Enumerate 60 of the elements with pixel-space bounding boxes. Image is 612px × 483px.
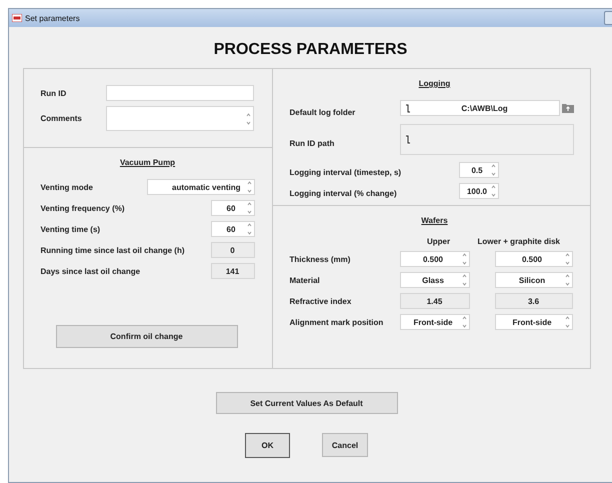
dropdown[interactable]: automatic venting [146, 179, 254, 195]
spinner-icon[interactable] [246, 201, 252, 215]
spinner-icon[interactable] [246, 222, 252, 236]
field-label: Logging interval (timestep, s) [290, 168, 402, 177]
spin-box[interactable]: 100.0 [458, 183, 498, 199]
field-label: Venting frequency (%) [40, 204, 126, 212]
section-title: Logging [418, 79, 452, 88]
spin-box[interactable]: 0.500 [400, 251, 470, 267]
field-label: Material [290, 276, 321, 284]
column-header: Lower + graphite disk [478, 237, 560, 246]
app-icon [12, 14, 22, 22]
field-label: Venting mode [40, 182, 94, 192]
readout-field: 141 [210, 263, 254, 279]
field-label: Refractive index [290, 296, 352, 306]
readout-field: 1.45 [400, 293, 470, 309]
field-label: Thickness (mm) [290, 254, 352, 264]
spinner-icon[interactable] [564, 273, 570, 287]
input-field[interactable] [106, 85, 254, 101]
spin-box[interactable]: Front-side [400, 314, 470, 330]
field-label: Days since last oil change [40, 266, 142, 276]
column-header: Upper [426, 237, 452, 246]
field-label: Run ID path [290, 138, 336, 148]
field-label: Venting time (s) [40, 224, 102, 234]
spin-box[interactable]: 0.500 [494, 251, 572, 267]
spinner-icon[interactable] [490, 163, 496, 177]
field-label: Alignment mark position [290, 318, 384, 326]
cancel-button[interactable]: Cancel [322, 433, 368, 457]
spinner-icon[interactable] [564, 252, 570, 266]
text-area[interactable] [106, 106, 254, 131]
field-label: Running time since last oil change (h) [40, 246, 186, 254]
spin-box[interactable]: 0.5 [458, 162, 498, 178]
confirm-button[interactable]: Confirm oil change [56, 325, 238, 348]
folder-field[interactable]: C:\AWB\Log [400, 100, 560, 116]
spin-box[interactable]: Silicon [494, 272, 572, 288]
spin-box[interactable]: Front-side [494, 314, 572, 330]
section-title: Wafers [420, 216, 449, 225]
spinner-icon[interactable] [462, 252, 466, 266]
readout-field: 3.6 [494, 293, 572, 309]
field-label: Run ID [40, 88, 68, 98]
spinner-icon[interactable] [246, 112, 250, 126]
set-default-button[interactable]: Set Current Values As Default [216, 392, 398, 414]
field-label: Logging interval (% change) [290, 188, 398, 198]
spinner-icon[interactable] [246, 180, 252, 194]
spin-box[interactable]: 60 [210, 200, 254, 216]
spinner-icon[interactable] [462, 315, 466, 329]
spinner-icon[interactable] [490, 184, 496, 198]
readout-field: 0 [210, 242, 254, 258]
section-title: Vacuum Pump [118, 158, 176, 167]
spin-box[interactable]: 60 [210, 221, 254, 237]
folder-icon[interactable] [562, 103, 574, 113]
spin-box[interactable]: Glass [400, 272, 470, 288]
field-label: Default log folder [290, 108, 356, 116]
ok-button[interactable]: OK [245, 433, 290, 458]
path-icon [404, 135, 410, 144]
dialog-heading: PROCESS PARAMETERS [214, 41, 408, 60]
path-icon [404, 104, 410, 112]
spinner-icon[interactable] [564, 315, 570, 329]
field-label: Comments [40, 114, 83, 123]
window-title: Set parameters [25, 14, 80, 22]
spinner-icon[interactable] [462, 273, 466, 287]
